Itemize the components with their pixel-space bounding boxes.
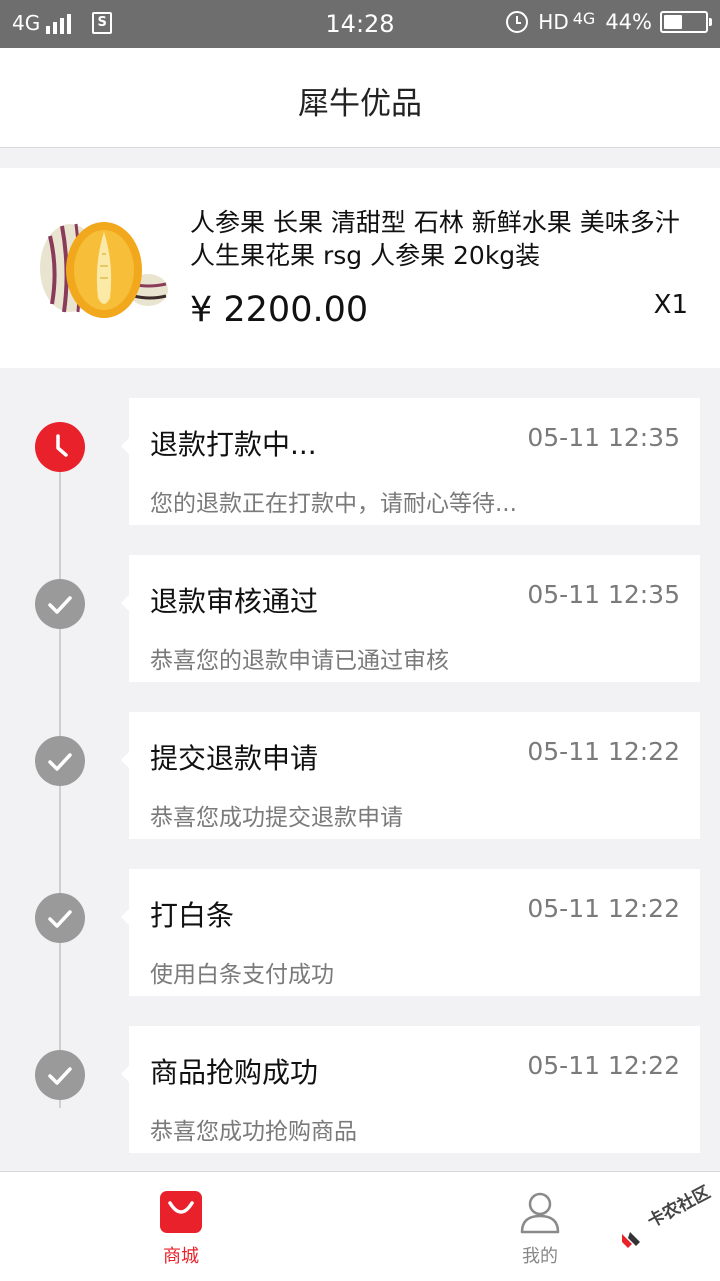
step-title: 退款审核通过	[150, 585, 319, 618]
product-price: ¥ 2200.00	[190, 290, 369, 330]
battery-level	[664, 15, 682, 29]
tab-shop-label: 商城	[163, 1246, 199, 1267]
step-description: 恭喜您成功抢购商品	[150, 1119, 357, 1145]
tab-mine-label: 我的	[522, 1246, 558, 1267]
alarm-icon	[506, 11, 529, 33]
network-4g-indicator: 4G	[572, 8, 596, 28]
watermark-logo: 卡农社区	[616, 1182, 720, 1260]
step-description: 您的退款正在打款中，请耐心等待...	[150, 491, 517, 517]
tab-shop[interactable]: 商城	[121, 1172, 241, 1281]
check-icon	[35, 736, 85, 786]
timeline-step: 提交退款申请 05-11 12:22 恭喜您成功提交退款申请	[0, 712, 720, 840]
step-time: 05-11 12:22	[527, 1051, 680, 1080]
timeline-step: 退款审核通过 05-11 12:35 恭喜您的退款申请已通过审核	[0, 555, 720, 683]
timeline-step: 打白条 05-11 12:22 使用白条支付成功	[0, 869, 720, 997]
step-time: 05-11 12:22	[527, 894, 680, 923]
step-description: 使用白条支付成功	[150, 962, 334, 988]
battery-icon	[660, 11, 712, 33]
hd-indicator: HD	[538, 10, 569, 34]
status-right: HD 4G 44%	[506, 8, 712, 34]
step-title: 商品抢购成功	[150, 1056, 319, 1089]
tab-mine[interactable]: 我的	[480, 1172, 600, 1281]
timeline-card: 商品抢购成功 05-11 12:22 恭喜您成功抢购商品	[121, 1026, 700, 1153]
step-title: 提交退款申请	[150, 742, 319, 775]
timeline-card: 退款审核通过 05-11 12:35 恭喜您的退款申请已通过审核	[121, 555, 700, 682]
step-description: 恭喜您的退款申请已通过审核	[150, 648, 449, 674]
status-bar: 4G S 14:28 HD 4G 44%	[0, 0, 720, 48]
product-name: 人参果 长果 清甜型 石林 新鲜水果 美味多汁 人生果花果 rsg 人参果 20…	[190, 208, 680, 270]
step-title: 退款打款中...	[150, 428, 317, 461]
step-time: 05-11 12:35	[527, 423, 680, 452]
page-title: 犀牛优品	[298, 86, 422, 122]
check-icon	[35, 1050, 85, 1100]
shopping-bag-icon	[160, 1191, 202, 1233]
refund-timeline: 退款打款中... 05-11 12:35 您的退款正在打款中，请耐心等待... …	[0, 368, 720, 1171]
user-icon	[520, 1192, 560, 1234]
step-time: 05-11 12:22	[527, 737, 680, 766]
product-card[interactable]: 人参果 长果 清甜型 石林 新鲜水果 美味多汁 人生果花果 rsg 人参果 20…	[0, 168, 720, 368]
clock-icon	[35, 422, 85, 472]
app-header: 犀牛优品	[0, 48, 720, 148]
timeline-card: 打白条 05-11 12:22 使用白条支付成功	[121, 869, 700, 996]
step-time: 05-11 12:35	[527, 580, 680, 609]
watermark-icon	[622, 1232, 640, 1248]
product-quantity: X1	[653, 290, 688, 320]
bottom-tab-bar: 商城 我的	[0, 1171, 720, 1281]
battery-percent: 44%	[605, 10, 652, 34]
timeline-step: 退款打款中... 05-11 12:35 您的退款正在打款中，请耐心等待...	[0, 398, 720, 526]
step-description: 恭喜您成功提交退款申请	[150, 805, 403, 831]
step-title: 打白条	[150, 899, 235, 932]
fruit-image	[40, 222, 168, 318]
timeline-card: 退款打款中... 05-11 12:35 您的退款正在打款中，请耐心等待...	[121, 398, 700, 525]
timeline-card: 提交退款申请 05-11 12:22 恭喜您成功提交退款申请	[121, 712, 700, 839]
check-icon	[35, 893, 85, 943]
check-icon	[35, 579, 85, 629]
timeline-step: 商品抢购成功 05-11 12:22 恭喜您成功抢购商品	[0, 1026, 720, 1154]
